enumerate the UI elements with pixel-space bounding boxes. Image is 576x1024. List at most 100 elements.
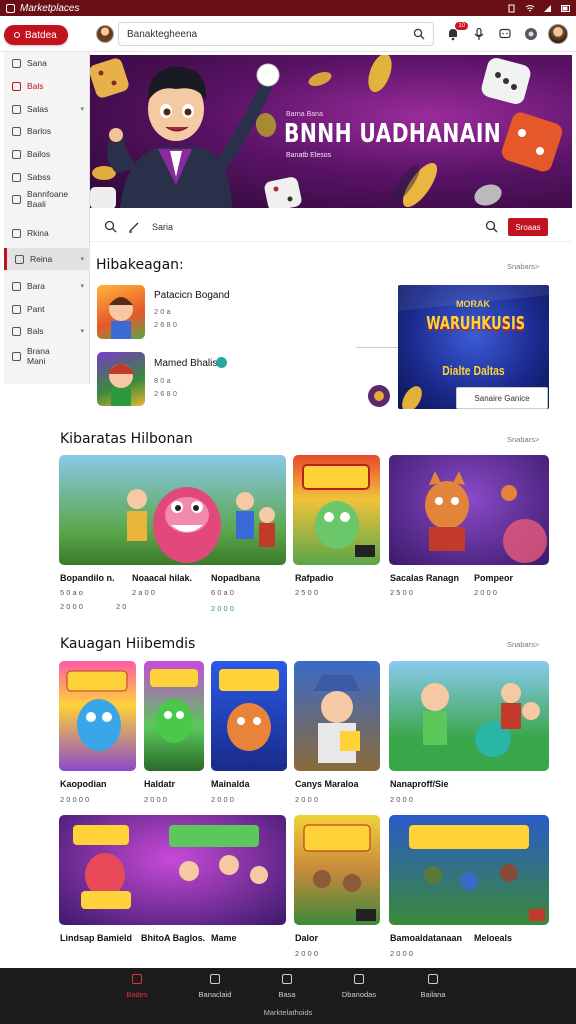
card-title[interactable]: Pompeor [474, 573, 513, 583]
card-title[interactable]: Noaacal hilak. [132, 573, 192, 583]
game-card[interactable] [293, 455, 380, 565]
avatar[interactable] [96, 25, 114, 43]
brand-button[interactable]: Batdea [4, 25, 68, 45]
sidebar-item[interactable]: Bailos [4, 143, 90, 165]
nav-item-label: Basa [278, 990, 296, 999]
sidebar-item[interactable]: Pant [4, 298, 90, 320]
nav-item-label: Bades [126, 990, 148, 999]
list-item-title[interactable]: Mamed Bhalis [154, 358, 217, 369]
filter-text[interactable]: Saria [152, 222, 173, 232]
sidebar-item-label: Reina [30, 254, 53, 264]
settings-icon[interactable] [522, 25, 540, 43]
card-title[interactable]: Meloeals [474, 933, 512, 943]
card-meta: 2 5 0 0 [295, 588, 318, 597]
chevron-down-icon[interactable]: ▾ [80, 282, 84, 290]
sidebar-item[interactable]: Bara ▾ [4, 275, 90, 297]
search-icon[interactable] [104, 220, 117, 238]
sidebar-item[interactable]: Reina ▾ [4, 248, 90, 270]
card-title[interactable]: Lindsap Bamield [60, 933, 132, 943]
sidebar-item-label: Pant [27, 304, 45, 314]
sidebar-item-sublabel: Mani [27, 356, 46, 366]
nav-item[interactable]: Bailana [398, 974, 468, 999]
card-title[interactable]: Mame [211, 933, 237, 943]
nav-icon [354, 974, 364, 984]
search-icon[interactable] [485, 220, 498, 238]
sidebar-item[interactable]: Bannfoane Baali [4, 188, 90, 210]
divider [356, 347, 400, 348]
game-card[interactable] [59, 815, 286, 925]
chevron-down-icon[interactable]: ▾ [80, 327, 84, 335]
card-title[interactable]: Bopandilo n. [60, 573, 115, 583]
card-meta: 2 0 0 0 [295, 949, 318, 958]
promo-button[interactable]: Sanaire Ganice [456, 387, 548, 409]
list-item-title[interactable]: Patacicn Bogand [154, 290, 230, 301]
nav-item[interactable]: Banaclaid [180, 974, 250, 999]
card-title[interactable]: Dalor [295, 933, 318, 943]
game-card[interactable] [211, 661, 287, 771]
bell-icon[interactable]: 10 [444, 22, 468, 43]
sidebar-item[interactable]: Rkina [4, 222, 90, 244]
chevron-down-icon[interactable]: ▾ [80, 255, 84, 263]
sort-button[interactable]: Sroaas [508, 218, 548, 236]
game-card[interactable] [294, 661, 380, 771]
game-card[interactable] [389, 455, 549, 565]
nav-item[interactable]: Bades [102, 974, 172, 999]
card-title[interactable]: Sacalas Ranagn [390, 573, 459, 583]
sidebar-item[interactable]: Bals ▾ [4, 320, 90, 342]
card-title[interactable]: Haldatr [144, 779, 175, 789]
sidebar-item-label: Rkina [27, 228, 49, 238]
app-icon [6, 3, 15, 13]
see-all-link[interactable]: Snabars> [507, 435, 539, 444]
search-icon[interactable] [413, 28, 425, 43]
game-card[interactable] [59, 455, 286, 565]
nav-icon [282, 974, 292, 984]
card-title[interactable]: Bamoaldatanaan [390, 933, 462, 943]
sidebar-item-label: Bals [27, 326, 44, 336]
card-title[interactable]: Canys Maraloa [295, 779, 359, 789]
card-meta: 2 0 0 0 [60, 602, 83, 611]
nav-item[interactable]: Basa [252, 974, 322, 999]
list-item-meta: 8 0 a [154, 376, 171, 385]
game-thumbnail[interactable] [97, 352, 145, 406]
sidebar-item[interactable]: Salas ▾ [4, 98, 90, 120]
mic-icon[interactable] [470, 25, 488, 43]
game-card[interactable] [144, 661, 204, 771]
game-card[interactable] [59, 661, 136, 771]
see-all-link[interactable]: Snabars> [507, 640, 539, 649]
chevron-down-icon[interactable]: ▾ [80, 105, 84, 113]
sidebar-item[interactable]: Bals [4, 75, 90, 97]
edit-icon[interactable] [128, 220, 140, 238]
mascot-icon[interactable] [368, 385, 390, 407]
sidebar-item-label: Brana [27, 346, 50, 356]
card-title[interactable]: Rafpadio [295, 573, 334, 583]
tag-icon [12, 281, 21, 291]
card-title[interactable]: Mainalda [211, 779, 250, 789]
profile-avatar[interactable] [548, 24, 568, 44]
game-card[interactable] [389, 815, 549, 925]
card-title[interactable]: Nanaproff/Sie [390, 779, 449, 789]
sidebar-item[interactable]: Barlos [4, 120, 90, 142]
chat-icon[interactable] [496, 25, 514, 43]
sidebar-item-label: Bailos [27, 149, 51, 159]
card-title[interactable]: Kaopodian [60, 779, 107, 789]
card-meta: 2 5 0 0 [390, 588, 413, 597]
nav-item[interactable]: Dbanodas [324, 974, 394, 999]
store-icon [12, 326, 21, 336]
hero-banner[interactable]: Barna Bana BNNH UADHANAIN Banatb Elesos [90, 55, 572, 208]
sidebar-item[interactable]: Brana Mani [4, 345, 90, 367]
card-title[interactable]: Nopadbana [211, 573, 260, 583]
sidebar-item-label: Bals [27, 81, 44, 91]
card-title[interactable]: BhitoA Baglos. [141, 933, 205, 943]
bottom-navigation: Marktelathoids Bades Banaclaid Basa Dbanoda… [0, 968, 576, 1024]
nav-footer: Marktelathoids [263, 1008, 313, 1017]
sidebar-item[interactable]: Sana [4, 52, 90, 74]
game-thumbnail[interactable] [97, 285, 145, 339]
status-icons [507, 4, 570, 13]
notification-badge: 10 [455, 22, 468, 30]
see-all-link[interactable]: Snabars> [507, 262, 539, 271]
search-input[interactable]: Banaktegheena [118, 22, 434, 46]
game-card[interactable] [389, 661, 549, 771]
section-title: Kauagan Hiibemdis [60, 636, 196, 652]
game-card[interactable] [294, 815, 380, 925]
sidebar-item[interactable]: Sabss [4, 166, 90, 188]
